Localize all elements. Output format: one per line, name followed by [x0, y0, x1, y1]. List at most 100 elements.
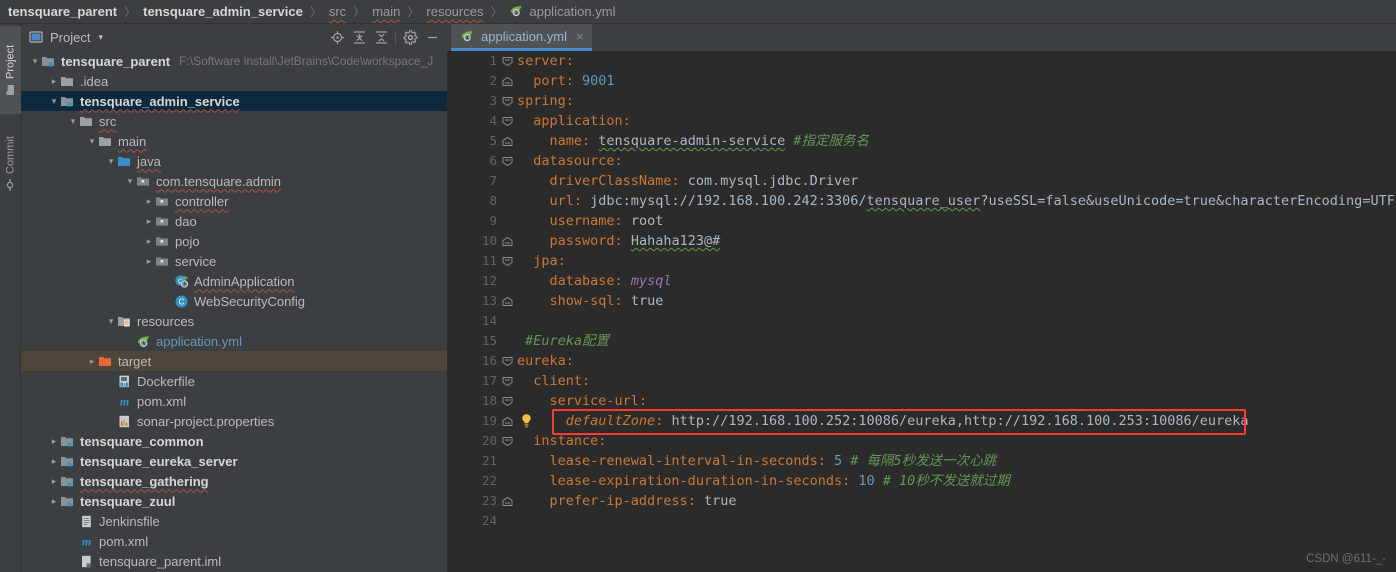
tree-node-websecurityconfig[interactable]: C WebSecurityConfig [21, 291, 447, 311]
tree-node-tensquare_zuul[interactable]: ▸ tensquare_zuul [21, 491, 447, 511]
code-line-11[interactable]: 11 jpa: [447, 251, 1396, 271]
fold-collapse-icon[interactable] [499, 431, 515, 451]
fold-collapse-icon[interactable] [499, 351, 515, 371]
chevron-right-icon[interactable]: ▸ [86, 356, 98, 367]
tree-node--idea[interactable]: ▸ .idea [21, 71, 447, 91]
fold-end-icon[interactable] [499, 71, 515, 91]
chevron-right-icon[interactable]: ▸ [48, 436, 60, 447]
tree-node-tensquare_admin_service[interactable]: ▾ tensquare_admin_service [21, 91, 447, 111]
breadcrumb-item-src[interactable]: src [329, 4, 346, 19]
code-line-7[interactable]: 7 driverClassName: com.mysql.jdbc.Driver [447, 171, 1396, 191]
code-line-3[interactable]: 3 spring: [447, 91, 1396, 111]
tree-node-sonar-project-properties[interactable]: sonar-project.properties [21, 411, 447, 431]
minimize-icon[interactable] [421, 27, 443, 49]
tree-node-controller[interactable]: ▸ controller [21, 191, 447, 211]
chevron-right-icon[interactable]: ▸ [143, 196, 155, 207]
chevron-down-icon[interactable]: ▾ [124, 176, 136, 187]
breadcrumb-item-application-yml[interactable]: application.yml [509, 4, 615, 19]
tree-node-dockerfile[interactable]: D Dockerfile [21, 371, 447, 391]
tree-node-pojo[interactable]: ▸ pojo [21, 231, 447, 251]
fold-collapse-icon[interactable] [499, 391, 515, 411]
project-tree[interactable]: ▾ tensquare_parent F:\Software install\Jet… [21, 51, 447, 572]
fold-collapse-icon[interactable] [499, 371, 515, 391]
code-line-1[interactable]: 1 server: [447, 51, 1396, 71]
chevron-right-icon[interactable]: ▸ [143, 256, 155, 267]
tree-node-application-yml[interactable]: application.yml [21, 331, 447, 351]
tree-node-tensquare_common[interactable]: ▸ tensquare_common [21, 431, 447, 451]
code-line-4[interactable]: 4 application: [447, 111, 1396, 131]
code-line-10[interactable]: 10 password: Hahaha123@# [447, 231, 1396, 251]
fold-end-icon[interactable] [499, 131, 515, 151]
fold-end-icon[interactable] [499, 291, 515, 311]
code-line-8[interactable]: 8 url: jdbc:mysql://192.168.100.242:3306… [447, 191, 1396, 211]
code-line-6[interactable]: 6 datasource: [447, 151, 1396, 171]
tree-node-tensquare_parent-iml[interactable]: tensquare_parent.iml [21, 551, 447, 571]
fold-end-icon[interactable] [499, 491, 515, 511]
code-line-12[interactable]: 12 database: mysql [447, 271, 1396, 291]
tree-node-java[interactable]: ▾ java [21, 151, 447, 171]
tree-node-pom-xml[interactable]: m pom.xml [21, 531, 447, 551]
tool-button-commit[interactable]: Commit [0, 120, 21, 208]
chevron-right-icon[interactable]: ▸ [48, 76, 60, 87]
code-line-20[interactable]: 20 instance: [447, 431, 1396, 451]
code-line-9[interactable]: 9 username: root [447, 211, 1396, 231]
chevron-down-icon[interactable]: ▾ [48, 96, 60, 107]
fold-collapse-icon[interactable] [499, 151, 515, 171]
code-line-13[interactable]: 13 show-sql: true [447, 291, 1396, 311]
gear-icon[interactable] [399, 27, 421, 49]
breadcrumb-item-main[interactable]: main [372, 4, 400, 19]
fold-collapse-icon[interactable] [499, 51, 515, 71]
code-line-15[interactable]: 15 #Eureka配置 [447, 331, 1396, 351]
tree-node-target[interactable]: ▸ target [21, 351, 447, 371]
chevron-down-icon[interactable]: ▾ [67, 116, 79, 127]
fold-collapse-icon[interactable] [499, 91, 515, 111]
code-line-2[interactable]: 2 port: 9001 [447, 71, 1396, 91]
collapse-all-icon[interactable] [370, 27, 392, 49]
chevron-right-icon[interactable]: ▸ [48, 496, 60, 507]
code-line-14[interactable]: 14 [447, 311, 1396, 331]
tree-node-com-tensquare-admin[interactable]: ▾ com.tensquare.admin [21, 171, 447, 191]
code-line-23[interactable]: 23 prefer-ip-address: true [447, 491, 1396, 511]
code-line-17[interactable]: 17 client: [447, 371, 1396, 391]
chevron-right-icon[interactable]: ▸ [143, 216, 155, 227]
tree-node-jenkinsfile[interactable]: Jenkinsfile [21, 511, 447, 531]
chevron-right-icon[interactable]: ▸ [48, 476, 60, 487]
tree-node-dao[interactable]: ▸ dao [21, 211, 447, 231]
expand-all-icon[interactable] [348, 27, 370, 49]
close-icon[interactable]: × [576, 30, 584, 43]
tree-node-service[interactable]: ▸ service [21, 251, 447, 271]
fold-end-icon[interactable] [499, 411, 515, 431]
chevron-down-icon[interactable]: ▾ [105, 316, 117, 327]
chevron-down-icon[interactable]: ▾ [98, 32, 103, 43]
breadcrumb-item-tensquare_admin_service[interactable]: tensquare_admin_service [143, 4, 303, 19]
code-line-19[interactable]: 19 defaultZone: http://192.168.100.252:1… [447, 411, 1396, 431]
chevron-down-icon[interactable]: ▾ [29, 56, 41, 67]
code-line-5[interactable]: 5 name: tensquare-admin-service #指定服务名 [447, 131, 1396, 151]
fold-collapse-icon[interactable] [499, 111, 515, 131]
tree-node-tensquare_gathering[interactable]: ▸ tensquare_gathering [21, 471, 447, 491]
tree-node-tensquare_eureka_server[interactable]: ▸ tensquare_eureka_server [21, 451, 447, 471]
code-line-18[interactable]: 18 service-url: [447, 391, 1396, 411]
code-line-24[interactable]: 24 [447, 511, 1396, 531]
tree-node-main[interactable]: ▾ main [21, 131, 447, 151]
chevron-down-icon[interactable]: ▾ [86, 136, 98, 147]
tree-node-pom-xml[interactable]: m pom.xml [21, 391, 447, 411]
fold-end-icon[interactable] [499, 231, 515, 251]
code-line-16[interactable]: 16 eureka: [447, 351, 1396, 371]
chevron-down-icon[interactable]: ▾ [105, 156, 117, 167]
tool-button-project[interactable]: Project [0, 26, 21, 114]
tree-node-src[interactable]: ▾ src [21, 111, 447, 131]
code-line-22[interactable]: 22 lease-expiration-duration-in-seconds:… [447, 471, 1396, 491]
tab-application-yml[interactable]: application.yml × [451, 24, 592, 51]
fold-collapse-icon[interactable] [499, 251, 515, 271]
locate-icon[interactable] [326, 27, 348, 49]
code-content[interactable]: 1 server: 2 port: 9001 3 spring: 4 applicatio… [447, 51, 1396, 572]
tree-node-adminapplication[interactable]: C AdminApplication [21, 271, 447, 291]
tree-node-resources[interactable]: ▾ resources [21, 311, 447, 331]
tree-node-tensquare_parent[interactable]: ▾ tensquare_parent F:\Software install\Jet… [21, 51, 447, 71]
chevron-right-icon[interactable]: ▸ [143, 236, 155, 247]
code-line-21[interactable]: 21 lease-renewal-interval-in-seconds: 5 … [447, 451, 1396, 471]
breadcrumb-item-tensquare_parent[interactable]: tensquare_parent [8, 4, 117, 19]
chevron-right-icon[interactable]: ▸ [48, 456, 60, 467]
breadcrumb-item-resources[interactable]: resources [426, 4, 483, 19]
